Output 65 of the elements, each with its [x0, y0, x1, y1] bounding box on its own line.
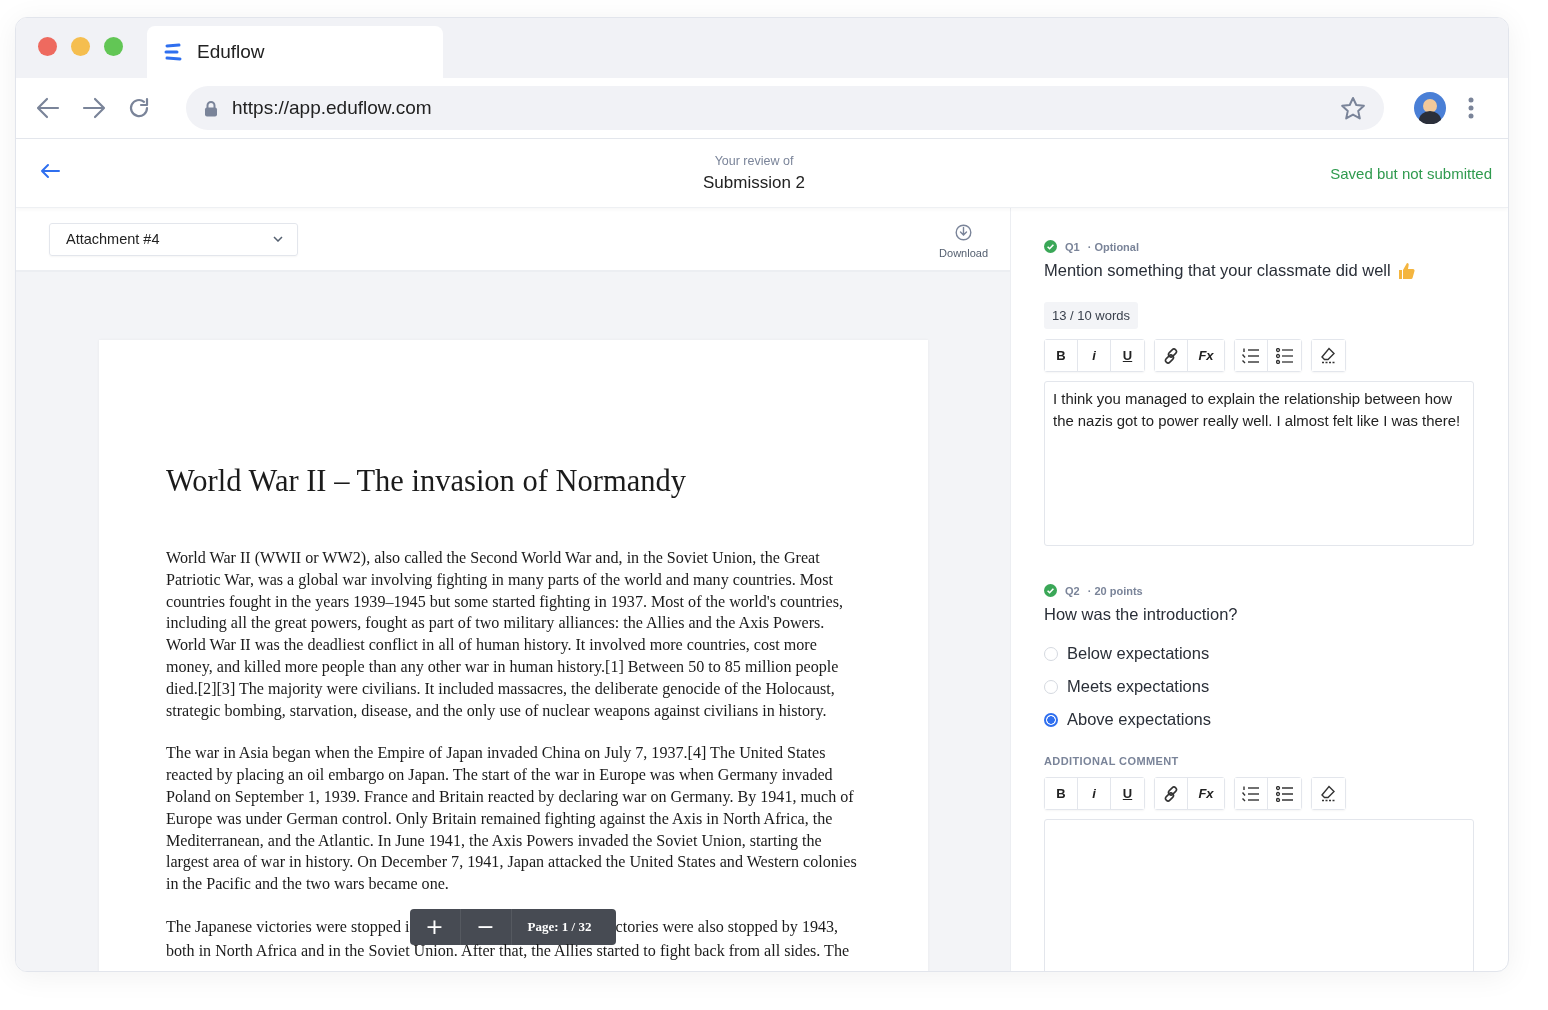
zoom-in-button[interactable]: +: [409, 908, 461, 945]
header-subtitle: Your review of: [714, 153, 794, 168]
download-button[interactable]: Download: [939, 219, 988, 259]
radio-button[interactable]: [1044, 712, 1058, 727]
clear-formatting-button[interactable]: Fx: [1188, 340, 1224, 371]
address-bar[interactable]: https://app.eduflow.com: [186, 86, 1384, 130]
numbered-list-icon: [1242, 347, 1260, 364]
attachment-select[interactable]: Attachment #4: [49, 222, 298, 256]
link-button[interactable]: [1155, 778, 1188, 809]
link-icon: [1162, 784, 1180, 803]
radio-option[interactable]: Meets expectations: [1044, 677, 1474, 696]
back-icon[interactable]: [36, 97, 60, 119]
numbered-list-button[interactable]: [1235, 778, 1268, 809]
question-number: Q1: [1065, 240, 1080, 253]
question-prompt: How was the introduction?: [1044, 605, 1238, 624]
word-count: 13 / 10 words: [1044, 302, 1139, 329]
zoom-out-button[interactable]: −: [460, 908, 512, 945]
italic-button[interactable]: i: [1078, 340, 1111, 371]
chevron-down-icon: [273, 236, 283, 242]
avatar[interactable]: [1414, 92, 1446, 124]
logo-icon: [163, 43, 183, 61]
eraser-button[interactable]: [1312, 340, 1345, 371]
browser-tab[interactable]: Eduflow: [147, 26, 443, 78]
italic-button[interactable]: i: [1078, 778, 1111, 809]
link-button[interactable]: [1155, 340, 1188, 371]
document-text: The Japanese victories were stopped i: [166, 917, 410, 936]
numbered-list-button[interactable]: [1235, 340, 1268, 371]
download-icon: [955, 223, 973, 241]
question-prompt: Mention something that your classmate did well: [1044, 261, 1391, 280]
eraser-button[interactable]: [1312, 778, 1345, 809]
forward-icon[interactable]: [82, 97, 106, 119]
thumbs-up-icon: [1396, 261, 1415, 280]
radio-option[interactable]: Below expectations: [1044, 644, 1474, 663]
link-icon: [1162, 346, 1180, 365]
document-paragraph: World War II (WWII or WW2), also called the Second World War and, in the Soviet Union, the Great Patriotic War, was a global war involving fighting in many parts of the world and many countries. Most countries fought in the years 1939–1945 but some started fighting in 1937. Most of the world's countries, including all the great powers, fought as part of two military alliances: the Allies and the Axis Powers. World War II was the deadliest conflict in all of human history. It involved more countries, cost more money, and killed more people than any other war in human history.[1] Between 50 to 85 million people died.[2][3] The majority were civilians. It included massacres, the deliberate genocide of the Holocaust, strategic bombing, starvation, disease, and the only use of nuclear weapons against civilians in history.: [166, 548, 844, 722]
eraser-icon: [1319, 347, 1338, 364]
lock-icon: [204, 99, 218, 117]
clear-formatting-button[interactable]: Fx: [1188, 778, 1224, 809]
underline-button[interactable]: U: [1111, 340, 1144, 371]
close-button[interactable]: [38, 37, 57, 56]
bullet-list-button[interactable]: [1268, 778, 1301, 809]
bullet-list-icon: [1275, 347, 1294, 364]
question-number: Q2: [1065, 584, 1080, 597]
eraser-icon: [1319, 785, 1338, 802]
bullet-list-icon: [1275, 785, 1294, 802]
numbered-list-icon: [1242, 785, 1260, 802]
bold-button[interactable]: B: [1045, 340, 1078, 371]
comment-label: ADDITIONAL COMMENT: [1044, 755, 1180, 767]
underline-button[interactable]: U: [1111, 778, 1144, 809]
bold-button[interactable]: B: [1045, 778, 1078, 809]
save-status: Saved but not submitted: [1329, 164, 1493, 182]
document-title: World War II – The invasion of Normandy: [166, 464, 687, 499]
answer-box[interactable]: I think you managed to explain the relationship between how the nazis got to power really well. I almost felt like I was there!: [1044, 381, 1474, 546]
reload-icon[interactable]: [128, 97, 150, 119]
page-indicator: Page: 1 / 32: [526, 918, 592, 935]
document-text: ctories were also stopped by 1943,: [615, 917, 839, 936]
bullet-list-button[interactable]: [1268, 340, 1301, 371]
question-meta: · Optional: [1087, 240, 1139, 253]
star-icon[interactable]: [1340, 95, 1366, 121]
header-title: Submission 2: [702, 172, 806, 193]
menu-icon[interactable]: [1468, 97, 1474, 119]
document-paragraph: The war in Asia began when the Empire of Japan invaded China on July 7, 1937.[4] The United States reacted by placing an oil embargo on Japan. The start of the war in Europe was when Germany invaded Poland on September 1, 1939. France and Britain reacted by declaring war on Germany. By 1941, much of Europe was under German control. Only Britain remained fighting against the Axis in North Africa, the Mediterranean, and the Atlantic. In June 1941, the Axis Powers invaded the Soviet Union, starting the largest area of war in history. On December 7, 1941, Japan attacked the United States and Western colonies in the Pacific and the two wars became one.: [166, 743, 858, 895]
radio-option[interactable]: Above expectations: [1044, 710, 1474, 729]
back-arrow-icon[interactable]: [40, 163, 60, 179]
question-meta: · 20 points: [1087, 584, 1143, 597]
